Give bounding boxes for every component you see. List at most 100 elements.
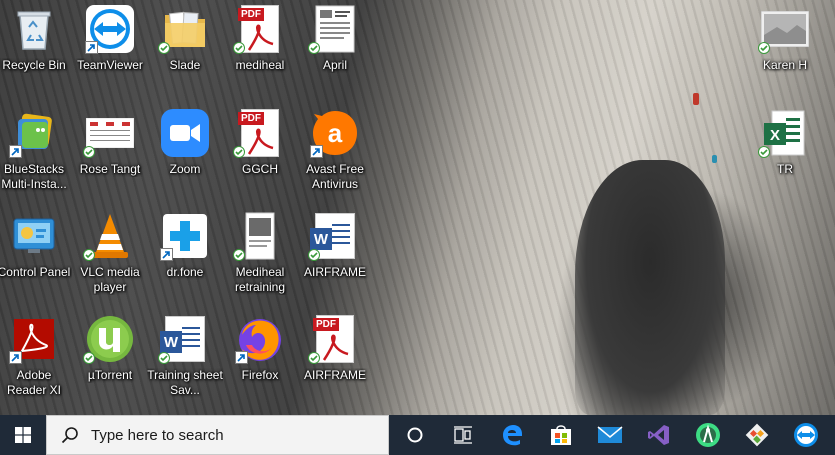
taskbar-app-mail[interactable] <box>585 415 634 455</box>
wallpaper-rock-shadow <box>575 160 725 415</box>
desktop-icon-label: Control Panel <box>0 265 71 279</box>
sync-check-icon <box>758 146 770 158</box>
desktop-icon-label: AIRFRAME <box>303 368 366 382</box>
folder-icon <box>158 4 210 54</box>
task-view-button[interactable] <box>439 415 487 455</box>
sync-check-icon <box>158 42 170 54</box>
desktop-icon-label: GGCH <box>242 162 278 176</box>
taskbar-app-store[interactable] <box>536 415 585 455</box>
teamviewer-icon <box>793 423 818 447</box>
taskbar-app-teamviewer[interactable] <box>781 415 830 455</box>
sync-check-icon <box>158 352 170 364</box>
desktop-icon-training-sheet[interactable]: W Training sheet Sav... <box>147 310 223 410</box>
taskbar-search-box[interactable]: Type here to search <box>46 415 389 455</box>
desktop-icon-avast[interactable]: a Avast Free Antivirus <box>297 104 373 204</box>
android-studio-icon <box>695 423 720 447</box>
image-file-icon <box>233 211 285 261</box>
desktop-icon-label: TR <box>777 162 793 176</box>
desktop-icon-label: Firefox <box>241 368 279 382</box>
desktop-icon-airframe-pdf[interactable]: PDF AIRFRAME <box>297 310 373 410</box>
desktop-icon-label: mediheal <box>235 58 285 72</box>
taskbar-app-git[interactable] <box>732 415 781 455</box>
sync-check-icon <box>83 352 95 364</box>
drfone-icon <box>160 211 210 261</box>
recycle-bin-icon <box>9 4 59 54</box>
excel-document-icon: X <box>758 108 810 158</box>
shortcut-arrow-icon <box>235 351 248 364</box>
taskbar-app-edge[interactable] <box>487 415 536 455</box>
sync-check-icon <box>83 249 95 261</box>
desktop-icon-rose-tangt[interactable]: Rose Tangt <box>72 104 148 204</box>
adobe-reader-icon <box>9 314 59 364</box>
wallpaper-climber-red <box>693 93 699 105</box>
sync-check-icon <box>233 42 245 54</box>
control-panel-icon <box>9 211 59 261</box>
desktop-icon-zoom[interactable]: Zoom <box>147 104 223 204</box>
desktop-icon-label: dr.fone <box>166 265 204 279</box>
desktop-icon-label: Zoom <box>169 162 201 176</box>
sync-check-icon <box>308 352 320 364</box>
desktop-icon-adobe-reader[interactable]: Adobe Reader XI <box>0 310 72 410</box>
desktop-icon-label: Avast Free Antivirus <box>306 162 364 191</box>
desktop-icon-teamviewer[interactable]: TeamViewer <box>72 0 148 100</box>
desktop-icon-label: Karen H <box>762 58 808 72</box>
shortcut-arrow-icon <box>85 41 98 54</box>
search-placeholder: Type here to search <box>91 426 224 444</box>
svg-text:X: X <box>770 127 780 144</box>
desktop-icon-vlc[interactable]: VLC media player <box>72 207 148 307</box>
desktop-icon-mediheal-retraining[interactable]: Mediheal retraining <box>222 207 298 307</box>
desktop-icon-slade[interactable]: Slade <box>147 0 223 100</box>
desktop-icon-firefox[interactable]: Firefox <box>222 310 298 410</box>
sync-check-icon <box>83 146 95 158</box>
desktop-icon-control-panel[interactable]: Control Panel <box>0 207 72 307</box>
task-view-icon <box>454 426 472 444</box>
desktop-icon-ggch-pdf[interactable]: PDF GGCH <box>222 104 298 204</box>
avast-icon: a <box>310 108 360 158</box>
desktop-icon-tr[interactable]: X TR <box>747 104 823 204</box>
cortana-icon <box>407 427 423 443</box>
shortcut-arrow-icon <box>9 145 22 158</box>
sync-check-icon <box>233 249 245 261</box>
zoom-icon <box>160 108 210 158</box>
teamviewer-icon <box>85 4 135 54</box>
document-thumbnail-icon <box>308 4 360 54</box>
cortana-button[interactable] <box>391 415 439 455</box>
desktop-icon-karen-h[interactable]: Karen H <box>747 0 823 100</box>
sync-check-icon <box>308 249 320 261</box>
git-icon <box>745 423 768 447</box>
bluestacks-icon <box>9 108 59 158</box>
taskbar-app-android-studio[interactable] <box>683 415 732 455</box>
wallpaper-climber-blue <box>712 155 717 163</box>
utorrent-icon <box>83 314 135 364</box>
shortcut-arrow-icon <box>9 351 22 364</box>
desktop-icon-bluestacks[interactable]: BlueStacks Multi-Insta... <box>0 104 72 204</box>
desktop-icon-label: Slade <box>169 58 201 72</box>
sync-check-icon <box>233 146 245 158</box>
document-thumbnail-icon <box>83 108 135 158</box>
desktop-icon-drfone[interactable]: dr.fone <box>147 207 223 307</box>
start-button[interactable] <box>0 415 46 455</box>
desktop-icon-label: BlueStacks Multi-Insta... <box>1 162 67 191</box>
sync-check-icon <box>758 42 770 54</box>
vlc-cone-icon <box>83 211 135 261</box>
desktop-icon-label: VLC media player <box>80 265 140 294</box>
pdf-document-icon: PDF <box>233 108 285 158</box>
word-document-icon: W <box>308 211 360 261</box>
desktop-icon-label: µTorrent <box>87 368 133 382</box>
desktop-icon-label: Adobe Reader XI <box>6 368 62 397</box>
desktop-icon-recycle-bin[interactable]: Recycle Bin <box>0 0 72 100</box>
desktop-icon-utorrent[interactable]: µTorrent <box>72 310 148 410</box>
desktop-icon-label: Rose Tangt <box>79 162 141 176</box>
windows-logo-icon <box>15 427 31 443</box>
shortcut-arrow-icon <box>160 248 173 261</box>
desktop-icon-airframe-word[interactable]: W AIRFRAME <box>297 207 373 307</box>
shortcut-arrow-icon <box>310 145 323 158</box>
visual-studio-icon <box>647 425 669 445</box>
pdf-document-icon: PDF <box>233 4 285 54</box>
firefox-icon <box>235 314 285 364</box>
desktop-icon-mediheal-pdf[interactable]: PDF mediheal <box>222 0 298 100</box>
desktop-icon-april[interactable]: April <box>297 0 373 100</box>
desktop-icon-label: Mediheal retraining <box>234 265 286 294</box>
taskbar-app-visual-studio[interactable] <box>634 415 683 455</box>
taskbar: Type here to search <box>0 415 835 455</box>
